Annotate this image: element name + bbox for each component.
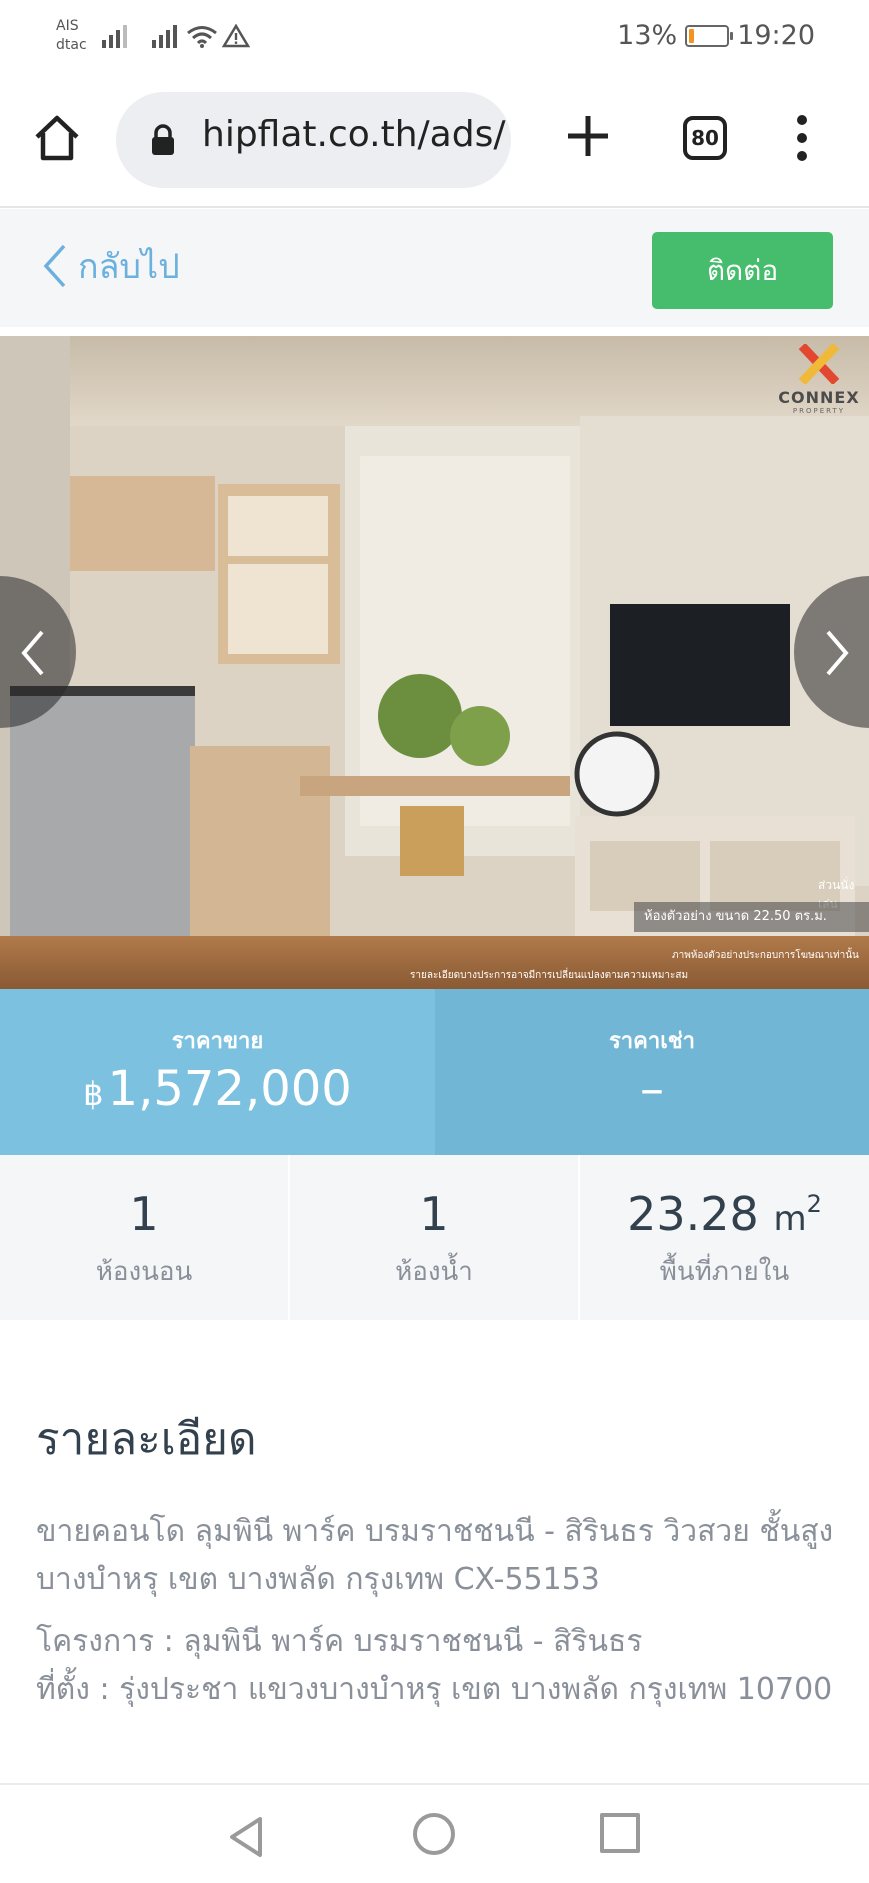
lock-icon xyxy=(152,124,174,155)
chevron-left-icon xyxy=(21,630,44,676)
rent-price-label: ราคาเช่า xyxy=(608,1029,696,1054)
baht-symbol: ฿ xyxy=(83,1075,104,1113)
details-location: ที่ตั้ง : รุ่งประชา แขวงบางบำหรุ เขต บาง… xyxy=(36,1672,833,1707)
chevron-left-icon xyxy=(43,244,66,288)
area-label: พื้นที่ภายใน xyxy=(659,1257,790,1287)
cell-signal-2-icon xyxy=(152,25,177,48)
listing-photo[interactable]: CONNEX PROPERTY ส่วนนั่งเล่น ห้องตัวอย่า… xyxy=(0,336,869,989)
details-summary: ขายคอนโด ลุมพินี พาร์ค บรมราชชนนี - สิริ… xyxy=(36,1514,834,1597)
chevron-right-icon xyxy=(826,630,849,676)
room-photo-illustration xyxy=(0,336,869,989)
address-bar[interactable]: hipflat.co.th/ads/ xyxy=(116,92,511,188)
stat-area: 23.28 m2 พื้นที่ภายใน xyxy=(580,1155,869,1320)
sale-price-amount: 1,572,000 xyxy=(107,1061,352,1117)
bathrooms-label: ห้องน้ำ xyxy=(395,1257,473,1287)
new-tab-icon[interactable] xyxy=(565,113,611,159)
watermark-sub: PROPERTY xyxy=(792,407,846,415)
rent-price-value: – xyxy=(640,1061,664,1117)
back-link[interactable]: กลับไป xyxy=(42,239,180,293)
battery-fill xyxy=(689,28,695,43)
clock: 19:20 xyxy=(737,20,815,51)
system-navigation-bar xyxy=(0,1783,869,1883)
back-label: กลับไป xyxy=(78,247,180,287)
carrier-2: dtac xyxy=(56,37,87,53)
connex-logo-icon xyxy=(798,342,840,386)
bedrooms-value: 1 xyxy=(129,1187,159,1241)
rent-price-panel: ราคาเช่า – xyxy=(435,989,869,1155)
contact-button[interactable]: ติดต่อ xyxy=(652,232,833,309)
warning-icon xyxy=(222,24,250,48)
stat-bathrooms: 1 ห้องน้ำ xyxy=(290,1155,580,1320)
area-unit: m xyxy=(773,1199,807,1239)
status-bar: AIS dtac 13% 19:20 xyxy=(0,0,869,75)
area-unit-sup: 2 xyxy=(806,1190,822,1218)
browser-toolbar: hipflat.co.th/ads/ 80 xyxy=(0,75,869,208)
url-text[interactable]: hipflat.co.th/ads/ xyxy=(202,114,505,155)
carrier-names: AIS dtac xyxy=(56,17,87,55)
tab-switcher-button[interactable]: 80 xyxy=(683,116,727,160)
photo-caption-note-1: ภาพห้องตัวอย่างประกอบการโฆษณาเท่านั้น xyxy=(672,950,859,961)
details-heading: รายละเอียด xyxy=(36,1414,257,1465)
battery-percent: 13% xyxy=(617,20,678,51)
price-band: ราคาขาย ฿1,572,000 ราคาเช่า – xyxy=(0,989,869,1155)
system-back-icon[interactable] xyxy=(226,1815,266,1859)
cell-signal-icon xyxy=(102,25,127,48)
area-value: 23.28 m2 xyxy=(580,1187,869,1241)
watermark-brand: CONNEX xyxy=(778,388,860,407)
bedrooms-label: ห้องนอน xyxy=(95,1257,193,1287)
details-body: ขายคอนโด ลุมพินี พาร์ค บรมราชชนนี - สิริ… xyxy=(36,1508,836,1714)
property-stats: 1 ห้องนอน 1 ห้องน้ำ 23.28 m2 พื้นที่ภายใ… xyxy=(0,1155,869,1320)
battery-icon xyxy=(685,24,734,47)
watermark-logo: CONNEX PROPERTY xyxy=(769,342,869,415)
stat-bedrooms: 1 ห้องนอน xyxy=(0,1155,290,1320)
status-right: 13% 19:20 xyxy=(617,20,815,51)
overflow-menu-icon[interactable] xyxy=(790,115,814,165)
photo-caption-room: ห้องตัวอย่าง ขนาด 22.50 ตร.ม. xyxy=(634,902,869,932)
home-icon[interactable] xyxy=(32,113,82,163)
page-header: กลับไป ติดต่อ xyxy=(0,209,869,327)
photo-caption-note-2: รายละเอียดบางประการอาจมีการเปลี่ยนแปลงตา… xyxy=(410,970,689,981)
sale-price-label: ราคาขาย xyxy=(171,1029,264,1054)
details-project: โครงการ : ลุมพินี พาร์ค บรมราชชนนี - สิร… xyxy=(36,1624,643,1659)
sale-price-panel: ราคาขาย ฿1,572,000 xyxy=(0,989,435,1155)
carrier-1: AIS xyxy=(56,18,79,34)
area-number: 23.28 xyxy=(627,1187,759,1241)
system-home-icon[interactable] xyxy=(413,1813,455,1855)
bathrooms-value: 1 xyxy=(419,1187,449,1241)
system-recents-icon[interactable] xyxy=(600,1813,640,1853)
sale-price-value: ฿1,572,000 xyxy=(0,1061,435,1117)
wifi-icon xyxy=(187,26,217,48)
